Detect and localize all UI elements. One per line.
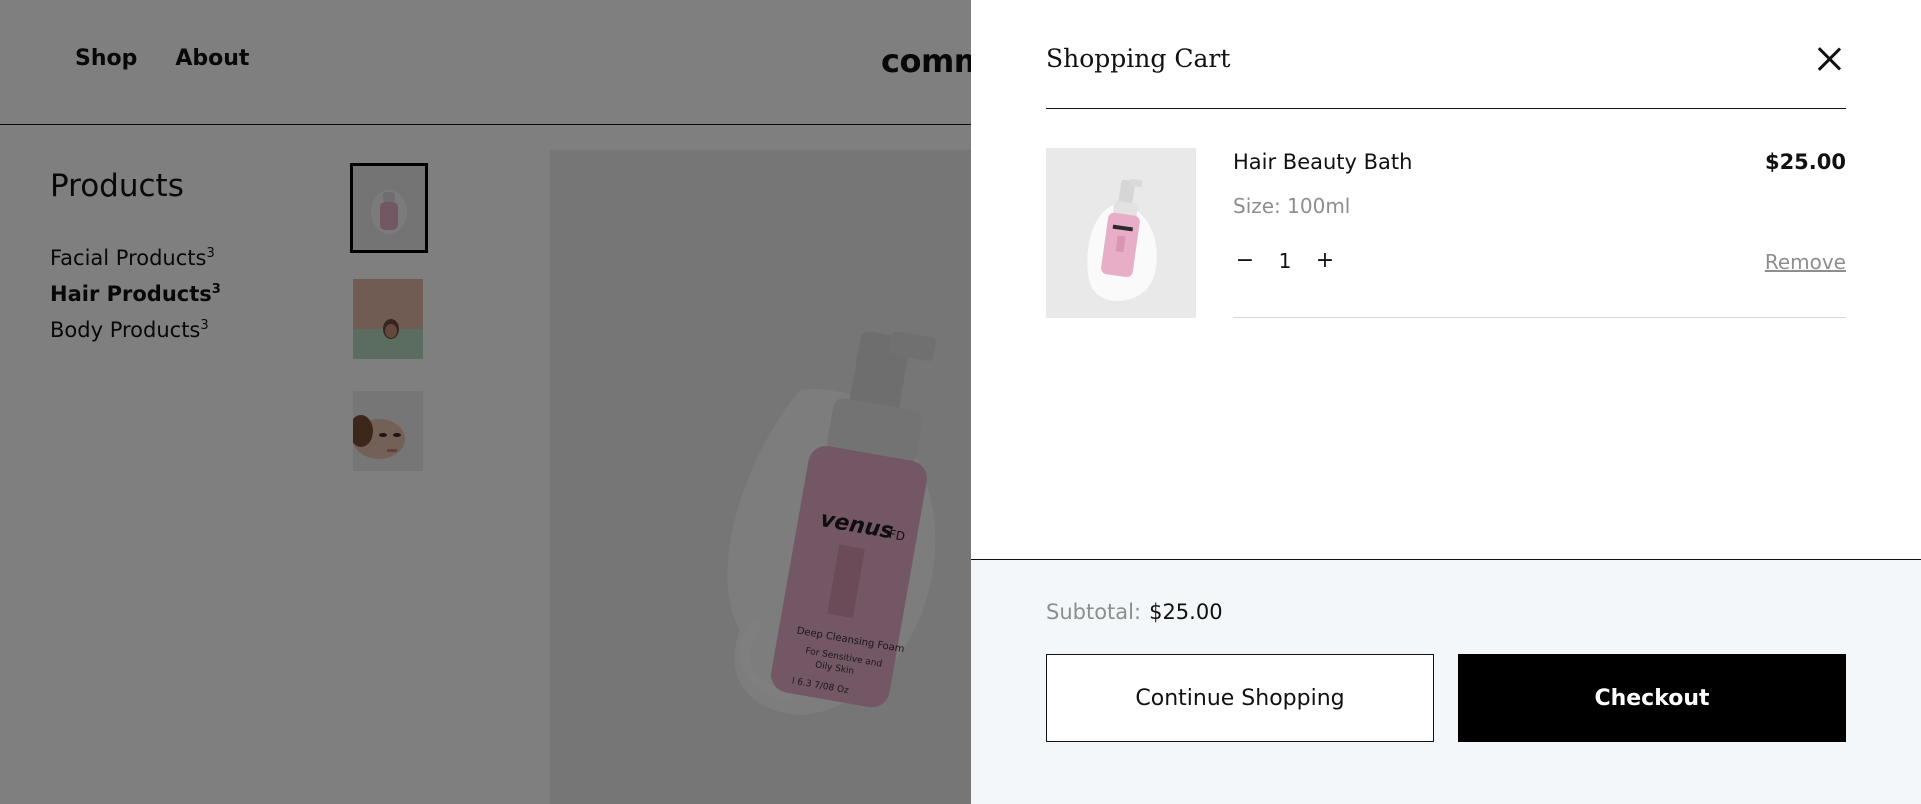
close-icon[interactable] [1816,46,1842,72]
cart-footer: Subtotal: $25.00 Continue Shopping Checko… [971,559,1921,804]
item-divider [1233,317,1846,318]
decrease-quantity-button[interactable]: − [1233,248,1257,273]
subtotal: Subtotal: $25.00 [1046,600,1223,624]
quantity-value: 1 [1278,248,1292,273]
subtotal-label: Subtotal: [1046,600,1142,624]
cart-title: Shopping Cart [1046,44,1231,73]
cart-item-image[interactable] [1046,148,1196,318]
checkout-button[interactable]: Checkout [1458,654,1846,742]
cart-item-variant: Size: 100ml [1233,194,1351,218]
subtotal-value: $25.00 [1149,600,1223,624]
title-divider [1046,108,1846,109]
cart-item-name[interactable]: Hair Beauty Bath [1233,150,1412,174]
cart-item-price: $25.00 [1764,150,1846,174]
continue-shopping-button[interactable]: Continue Shopping [1046,654,1434,742]
remove-item-link[interactable]: Remove [1765,250,1846,274]
increase-quantity-button[interactable]: + [1313,248,1337,273]
quantity-stepper: − 1 + [1233,248,1337,273]
page-dim-overlay[interactable] [0,0,971,804]
shopping-cart-drawer: Shopping Cart Hair Beauty Bath $25.00 Si… [971,0,1921,804]
